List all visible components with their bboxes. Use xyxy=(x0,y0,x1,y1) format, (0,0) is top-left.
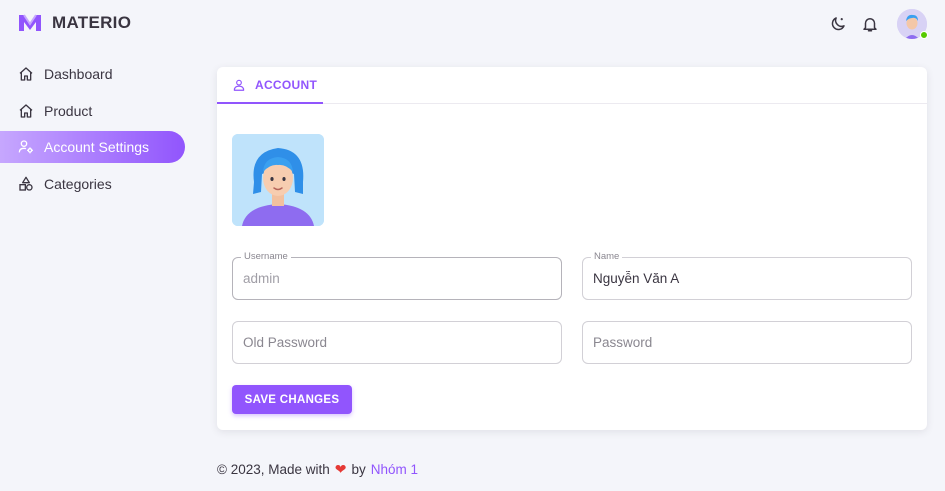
home-icon xyxy=(19,67,33,81)
account-settings-card: ACCOUNT Username Name SAVE CHANGES xyxy=(217,67,927,430)
shapes-icon xyxy=(19,176,33,191)
moon-icon[interactable] xyxy=(829,15,847,33)
sidebar-item-product[interactable]: Product xyxy=(0,95,185,127)
tab-account[interactable]: ACCOUNT xyxy=(217,67,323,104)
password-input[interactable] xyxy=(583,322,911,363)
account-icon xyxy=(233,79,245,91)
footer-copyright: © 2023, Made with xyxy=(217,462,330,477)
sidebar-item-dashboard[interactable]: Dashboard xyxy=(0,58,185,90)
sidebar: Dashboard Product Account Settings Categ… xyxy=(0,58,186,204)
sidebar-item-label: Categories xyxy=(44,175,112,192)
password-field[interactable] xyxy=(582,321,912,364)
old-password-field[interactable] xyxy=(232,321,562,364)
footer-team-link[interactable]: Nhóm 1 xyxy=(371,462,418,477)
top-actions xyxy=(829,9,928,39)
home-icon xyxy=(19,103,33,118)
online-status-dot xyxy=(920,31,928,39)
sidebar-item-label: Account Settings xyxy=(44,139,150,155)
account-cog-icon xyxy=(18,140,33,154)
bell-icon[interactable] xyxy=(861,15,879,33)
heart-icon: ❤ xyxy=(334,461,347,477)
tab-label: ACCOUNT xyxy=(255,77,318,92)
footer: © 2023, Made with ❤ by Nhóm 1 xyxy=(217,461,418,478)
profile-picture[interactable] xyxy=(232,134,324,226)
app-logo[interactable]: MATERIO xyxy=(18,13,131,33)
materio-logo-icon xyxy=(19,14,41,31)
sidebar-item-categories[interactable]: Categories xyxy=(0,168,185,200)
username-input[interactable] xyxy=(233,258,561,299)
save-changes-button[interactable]: SAVE CHANGES xyxy=(232,385,352,414)
footer-by: by xyxy=(351,462,366,477)
old-password-input[interactable] xyxy=(233,322,561,363)
sidebar-item-label: Dashboard xyxy=(44,66,113,82)
user-avatar-button[interactable] xyxy=(897,9,928,39)
tab-bar: ACCOUNT xyxy=(217,67,927,104)
username-label: Username xyxy=(241,251,291,263)
name-input[interactable] xyxy=(583,258,911,299)
name-field[interactable]: Name xyxy=(582,251,912,300)
app-title: MATERIO xyxy=(52,13,132,32)
name-label: Name xyxy=(591,251,623,263)
sidebar-item-label: Product xyxy=(44,102,93,119)
sidebar-item-account-settings[interactable]: Account Settings xyxy=(0,131,185,163)
username-field[interactable]: Username xyxy=(232,251,562,300)
